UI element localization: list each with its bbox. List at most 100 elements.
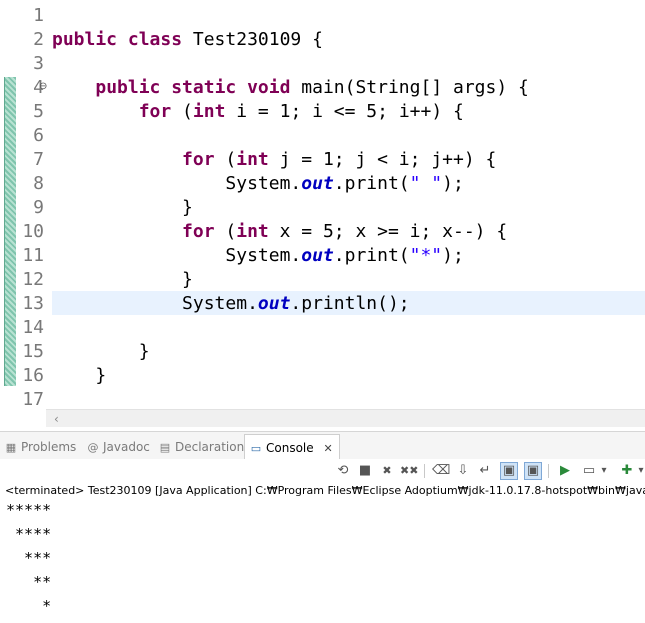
console-output-line: ***** <box>6 501 52 519</box>
toolbar-separator <box>424 464 425 478</box>
code-token: for <box>138 101 172 122</box>
code-token: int <box>236 149 269 170</box>
line-number: 10 <box>22 221 44 242</box>
console-output-line: * <box>6 597 52 615</box>
code-token: i = 1; i <= 5; i++) { <box>225 101 464 122</box>
code-token: ( <box>171 101 193 122</box>
code-token: } <box>52 341 150 362</box>
scroll-lock-icon[interactable]: ⇩ <box>454 462 472 480</box>
code-token: int <box>236 221 269 242</box>
code-line[interactable]: for (int j = 1; j < i; j++) { <box>52 148 496 172</box>
code-line[interactable]: public class Test230109 { <box>52 28 323 52</box>
scroll-left-arrow-icon[interactable]: ‹ <box>54 410 59 427</box>
open-console-dropdown-icon[interactable]: ▾ <box>637 462 645 480</box>
code-token: x = 5; x >= i; x--) { <box>268 221 508 242</box>
toolbar-separator <box>548 464 549 478</box>
code-token: System. <box>52 173 302 194</box>
problems-icon: ▦ <box>5 441 17 454</box>
code-token: .print( <box>333 173 410 194</box>
line-number: 15 <box>22 341 44 362</box>
code-line[interactable]: } <box>52 364 106 388</box>
code-line[interactable]: for (int i = 1; i <= 5; i++) { <box>52 100 464 124</box>
code-token: int <box>192 101 226 122</box>
code-editor[interactable]: 1 2 3 4 5 6 7 8 9 10 11 12 13 14 15 16 17 ⊖ public class… <box>0 0 645 427</box>
show-on-stdout-icon[interactable]: ▣ <box>500 462 518 480</box>
line-number: 12 <box>22 269 44 290</box>
line-number: 9 <box>33 197 44 218</box>
display-dropdown-icon[interactable]: ▾ <box>600 462 608 480</box>
code-token: Test230109 { <box>182 29 323 50</box>
line-number: 14 <box>22 317 44 338</box>
code-token: for <box>182 149 215 170</box>
code-line[interactable]: public static void main(String[] args) { <box>52 76 529 100</box>
word-wrap-icon[interactable]: ↵ <box>476 462 494 480</box>
collapse-minus-icon[interactable]: ⊖ <box>39 82 47 92</box>
clear-console-icon[interactable]: ⌫ <box>432 462 450 480</box>
remove-all-terminated-icon[interactable]: ✖✖ <box>400 462 418 480</box>
code-line[interactable]: System.out.print(" "); <box>52 172 464 196</box>
console-status-label: <terminated> Test230109 [Java Applicatio… <box>5 484 645 497</box>
code-line[interactable]: System.out.print("*"); <box>52 244 464 268</box>
code-line[interactable]: for (int x = 5; x >= i; x--) { <box>52 220 507 244</box>
code-token: "*" <box>409 245 443 266</box>
line-number: 11 <box>22 245 44 266</box>
remove-launch-icon[interactable]: ✖ <box>378 462 396 480</box>
code-token: ( <box>214 149 237 170</box>
show-on-stderr-icon[interactable]: ▣ <box>524 462 542 480</box>
code-token: .println(); <box>290 293 410 314</box>
line-number: 8 <box>33 173 44 194</box>
line-number: 13 <box>22 293 44 314</box>
tab-label: Declaration <box>175 440 245 454</box>
tab-label: Javadoc <box>103 440 150 454</box>
console-toolbar: ⟲ ■ ✖ ✖✖ ⌫ ⇩ ↵ ▣ ▣ ▶ ▭ ▾ ✚ ▾ <box>0 459 645 483</box>
code-token: " " <box>409 173 443 194</box>
pin-console-icon[interactable]: ▶ <box>556 462 574 480</box>
code-token: j = 1; j < i; j++) { <box>268 149 497 170</box>
code-token: public class <box>52 29 183 50</box>
line-number: 2 <box>33 29 44 50</box>
code-token: public static void <box>95 77 291 98</box>
code-token: } <box>52 269 193 290</box>
tab-console[interactable]: ▭ Console ✕ <box>244 434 340 461</box>
code-token: out <box>301 173 334 194</box>
code-token: .print( <box>333 245 410 266</box>
code-token: System. <box>52 245 302 266</box>
code-token: out <box>257 293 291 314</box>
line-number: 7 <box>33 149 44 170</box>
code-token: out <box>301 245 334 266</box>
console-output-line: **** <box>6 525 52 543</box>
code-token: ( <box>214 221 237 242</box>
code-token: ); <box>442 245 464 266</box>
code-token: ); <box>442 173 464 194</box>
code-token: for <box>182 221 215 242</box>
tab-label: Problems <box>21 440 77 454</box>
code-token: } <box>52 365 107 386</box>
terminate-icon[interactable]: ■ <box>356 462 374 480</box>
tab-javadoc[interactable]: @ Javadoc <box>86 436 150 458</box>
line-number: 3 <box>33 53 44 74</box>
tab-declaration[interactable]: ▤ Declaration <box>158 436 244 458</box>
code-token: System. <box>52 293 258 314</box>
console-output-line: *** <box>6 549 52 567</box>
tab-problems[interactable]: ▦ Problems <box>4 436 77 458</box>
code-token: main(String[] args) { <box>290 77 529 98</box>
close-icon[interactable]: ✕ <box>323 442 332 455</box>
declaration-icon: ▤ <box>159 441 171 454</box>
relaunch-icon[interactable]: ⟲ <box>334 462 352 480</box>
line-number: 5 <box>33 101 44 122</box>
code-line[interactable]: } <box>52 268 193 292</box>
display-selected-console-icon[interactable]: ▭ <box>580 462 598 480</box>
horizontal-scrollbar[interactable]: ‹ <box>46 409 645 427</box>
code-line[interactable]: } <box>52 196 193 220</box>
tab-label: Console <box>266 441 314 455</box>
code-line[interactable]: System.out.println(); <box>52 292 410 316</box>
code-line[interactable]: } <box>52 340 150 364</box>
open-console-icon[interactable]: ✚ <box>618 462 636 480</box>
javadoc-at-icon: @ <box>87 441 99 454</box>
panel-tab-bar: ▦ Problems @ Javadoc ▤ Declaration ▭ Console… <box>0 431 645 461</box>
line-number-ruler: 1 2 3 4 5 6 7 8 9 10 11 12 13 14 15 16 17 ⊖ <box>0 0 47 410</box>
